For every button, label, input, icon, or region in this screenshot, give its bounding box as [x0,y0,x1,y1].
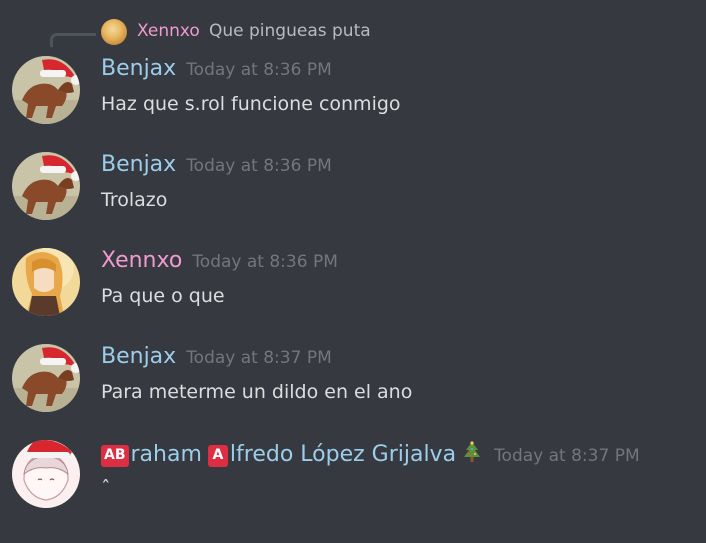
author-name[interactable]: AB raham Alfredo López Grijalva [101,440,484,467]
avatar[interactable] [12,152,80,220]
timestamp[interactable]: Today at 8:37 PM [186,348,332,368]
reply-preview[interactable]: Xennxo Que pingueas puta [0,14,706,50]
author-name[interactable]: Benjax [101,344,176,369]
message-content: Trolazo [101,189,168,211]
anime-girl-avatar [12,248,80,316]
author-name[interactable]: Benjax [101,56,176,81]
message-header: Benjax Today at 8:36 PM [101,56,332,86]
message: Benjax Today at 8:36 PM Haz que s.rol fun… [0,56,706,152]
reply-connector [50,33,96,47]
author-name[interactable]: Xennxo [101,248,182,273]
reply-text[interactable]: Que pingueas puta [209,21,371,41]
message-header: Benjax Today at 8:37 PM [101,344,332,374]
author-name-part: lfredo López Grijalva [229,442,457,467]
message-content: Haz que s.rol funcione conmigo [101,93,401,115]
timestamp[interactable]: Today at 8:36 PM [186,156,332,176]
author-name-part: raham [130,442,202,467]
horse-santa-hat-avatar [12,344,80,412]
horse-santa-hat-avatar [12,56,80,124]
message: Benjax Today at 8:36 PM Trolazo [0,152,706,248]
avatar[interactable] [12,440,80,508]
christmas-tree-icon [460,440,484,464]
a-button-blood-type-emoji: A [207,445,228,467]
avatar[interactable] [12,248,80,316]
reply-author[interactable]: Xennxo [137,21,200,41]
avatar[interactable] [12,344,80,412]
message-header: Benjax Today at 8:36 PM [101,152,332,182]
message: Benjax Today at 8:37 PM Para meterme un d… [0,344,706,440]
avatar[interactable] [12,56,80,124]
message-content: Pa que o que [101,285,225,307]
message-header: AB raham Alfredo López Grijalva Today at 8:… [101,440,640,470]
message-content: ˆ [101,477,111,499]
ab-button-blood-type-emoji: AB [101,445,129,467]
message-header: Xennxo Today at 8:36 PM [101,248,338,278]
message: Xennxo Today at 8:36 PM Pa que o que [0,248,706,344]
anime-boy-santa-hat-avatar [12,440,80,508]
chat-messages: Xennxo Que pingueas puta Benjax Today at … [0,0,706,543]
timestamp[interactable]: Today at 8:36 PM [192,252,338,272]
message-content: Para meterme un dildo en el ano [101,381,413,403]
horse-santa-hat-avatar [12,152,80,220]
reply-avatar[interactable] [101,19,127,45]
timestamp[interactable]: Today at 8:36 PM [186,60,332,80]
author-name[interactable]: Benjax [101,152,176,177]
timestamp[interactable]: Today at 8:37 PM [494,446,640,466]
message: AB raham Alfredo López Grijalva Today at 8:… [0,440,706,536]
